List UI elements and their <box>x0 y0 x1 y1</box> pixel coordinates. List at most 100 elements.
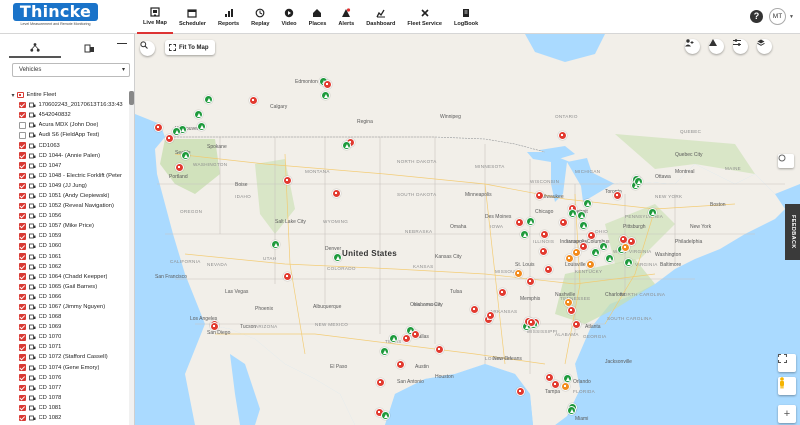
vehicle-checkbox[interactable] <box>19 293 26 301</box>
vehicle-checkbox[interactable] <box>19 212 26 220</box>
vehicle-pin-red[interactable] <box>174 162 184 172</box>
collapse-sidebar-button[interactable]: — <box>117 38 127 49</box>
vehicle-pin-red[interactable] <box>434 344 444 354</box>
vehicle-pin-red[interactable] <box>485 310 495 320</box>
vehicle-pin-green[interactable] <box>341 140 351 150</box>
vehicle-checkbox[interactable] <box>19 394 26 402</box>
vehicle-pin-red[interactable] <box>395 359 405 369</box>
tree-item-vehicle[interactable]: CD 1068 <box>0 312 129 322</box>
vehicle-pin-green[interactable] <box>633 176 643 186</box>
vehicle-pin-red[interactable] <box>401 333 411 343</box>
tree-item-vehicle[interactable]: CD 1065 (Gail Barnes) <box>0 282 129 292</box>
tree-item-vehicle[interactable]: CD 1081 <box>0 403 129 413</box>
tab-groups[interactable] <box>63 38 115 58</box>
vehicle-pin-red[interactable] <box>543 264 553 274</box>
nav-alerts[interactable]: Alerts <box>332 0 360 34</box>
scrollbar-thumb[interactable] <box>129 91 134 105</box>
vehicle-checkbox[interactable] <box>19 273 26 280</box>
vehicle-pin-red[interactable] <box>410 329 420 339</box>
vehicle-pin-red[interactable] <box>209 321 219 331</box>
vehicle-checkbox[interactable] <box>19 263 26 270</box>
tree-item-vehicle[interactable]: CD 1082 <box>0 413 129 423</box>
vehicle-checkbox[interactable] <box>19 354 26 361</box>
tree-item-vehicle[interactable]: CD 1072 (Stafford Cassell) <box>0 352 129 362</box>
vehicle-checkbox[interactable] <box>19 404 26 412</box>
vehicle-pin-red[interactable] <box>566 305 576 315</box>
vehicle-pin-red[interactable] <box>375 377 385 387</box>
tree-item-vehicle[interactable]: CD 1074 (Gene Emory) <box>0 363 129 373</box>
vehicle-pin-green[interactable] <box>332 252 342 262</box>
vehicle-checkbox[interactable] <box>19 323 26 331</box>
vehicle-pin-green[interactable] <box>270 239 280 249</box>
vehicle-pin-green[interactable] <box>582 198 592 208</box>
vehicle-pin-green[interactable] <box>647 207 657 217</box>
vehicle-pin-red[interactable] <box>153 122 163 132</box>
vehicle-pin-green[interactable] <box>380 410 390 420</box>
add-driver-button[interactable] <box>685 39 700 54</box>
vehicle-pin-red[interactable] <box>322 79 332 89</box>
vehicle-pin-orange[interactable] <box>620 242 630 252</box>
nav-places[interactable]: Places <box>303 0 333 34</box>
tree-item-vehicle[interactable]: CD 1062 <box>0 262 129 272</box>
vehicle-checkbox[interactable] <box>19 111 26 119</box>
vehicle-pin-orange[interactable] <box>564 253 574 263</box>
vehicle-checkbox[interactable] <box>19 192 26 200</box>
vehicle-checkbox[interactable] <box>19 202 26 210</box>
vehicle-pin-green[interactable] <box>590 247 600 257</box>
tree-item-vehicle[interactable]: 4542040832 <box>0 110 129 120</box>
vehicle-pin-red[interactable] <box>331 188 341 198</box>
vehicle-pin-orange[interactable] <box>585 259 595 269</box>
tree-item-vehicle[interactable]: CD 1078 <box>0 393 129 403</box>
map-extra-control[interactable] <box>778 154 794 168</box>
vehicle-pin-green[interactable] <box>320 90 330 100</box>
landmarks-button[interactable] <box>709 39 724 54</box>
vehicle-pin-red[interactable] <box>612 190 622 200</box>
tree-item-vehicle[interactable]: CD 1052 (Reveal Navigation) <box>0 201 129 211</box>
tree-item-vehicle[interactable]: CD 1070 <box>0 332 129 342</box>
vehicle-checkbox[interactable] <box>19 414 26 422</box>
tree-item-vehicle[interactable]: CD 1066 <box>0 292 129 302</box>
tree-item-vehicle[interactable]: CD 1067 (Jimmy Nguyen) <box>0 302 129 312</box>
tree-item-vehicle[interactable]: CD 1064 (Chadd Keepper) <box>0 272 129 282</box>
tree-item-vehicle[interactable]: CD 1059 <box>0 231 129 241</box>
vehicle-pin-orange[interactable] <box>560 381 570 391</box>
root-checkbox[interactable] <box>17 91 24 99</box>
vehicle-checkbox[interactable] <box>19 303 26 311</box>
tree-item-vehicle[interactable]: CD 1044- (Annie Palen) <box>0 151 129 161</box>
brand-logo[interactable]: Thincke Level Measurement and Remote Mon… <box>13 3 98 29</box>
vehicle-pin-red[interactable] <box>525 276 535 286</box>
vehicle-pin-orange[interactable] <box>513 268 523 278</box>
vehicle-pin-red[interactable] <box>538 246 548 256</box>
vehicle-pin-green[interactable] <box>171 126 181 136</box>
vehicle-pin-red[interactable] <box>282 271 292 281</box>
vehicle-pin-green[interactable] <box>566 405 576 415</box>
tree-item-vehicle[interactable]: CD 1049 (JJ Jung) <box>0 181 129 191</box>
vehicle-pin-green[interactable] <box>519 229 529 239</box>
vehicle-pin-red[interactable] <box>515 386 525 396</box>
map-search-button[interactable] <box>140 41 155 56</box>
vehicle-pin-red[interactable] <box>539 229 549 239</box>
vehicle-pin-green[interactable] <box>623 257 633 267</box>
vehicle-pin-green[interactable] <box>567 208 577 218</box>
vehicle-pin-red[interactable] <box>571 319 581 329</box>
vehicle-checkbox[interactable] <box>19 172 26 180</box>
vehicle-checkbox[interactable] <box>19 223 26 230</box>
vehicle-pin-red[interactable] <box>557 130 567 140</box>
help-button[interactable]: ? <box>750 10 763 23</box>
vehicle-pin-red[interactable] <box>164 133 174 143</box>
vehicle-pin-red[interactable] <box>586 230 596 240</box>
vehicle-pin-green[interactable] <box>525 216 535 226</box>
vehicle-checkbox[interactable] <box>19 101 26 109</box>
tree-item-vehicle[interactable]: 170602243_20170613T16:33:43 <box>0 100 129 110</box>
tree-item-vehicle[interactable]: CD 1048 - Electric Forklift (Peter <box>0 171 129 181</box>
vehicle-checkbox[interactable] <box>19 313 26 321</box>
tree-item-vehicle[interactable]: CD 1057 (Mike Price) <box>0 221 129 231</box>
sidebar-scrollbar[interactable] <box>129 91 134 425</box>
live-map[interactable]: United States WASHINGTON OREGON IDAHO MO… <box>135 34 800 425</box>
nav-replay[interactable]: Replay <box>245 0 275 34</box>
tree-item-vehicle[interactable]: Audi S6 (FieldApp Test) <box>0 130 129 140</box>
tree-item-vehicle[interactable]: CD1063 <box>0 140 129 150</box>
tree-item-vehicle[interactable]: Acura MDX (John Doe) <box>0 120 129 130</box>
vehicle-pin-green[interactable] <box>203 94 213 104</box>
map-layers-button[interactable] <box>757 39 772 54</box>
